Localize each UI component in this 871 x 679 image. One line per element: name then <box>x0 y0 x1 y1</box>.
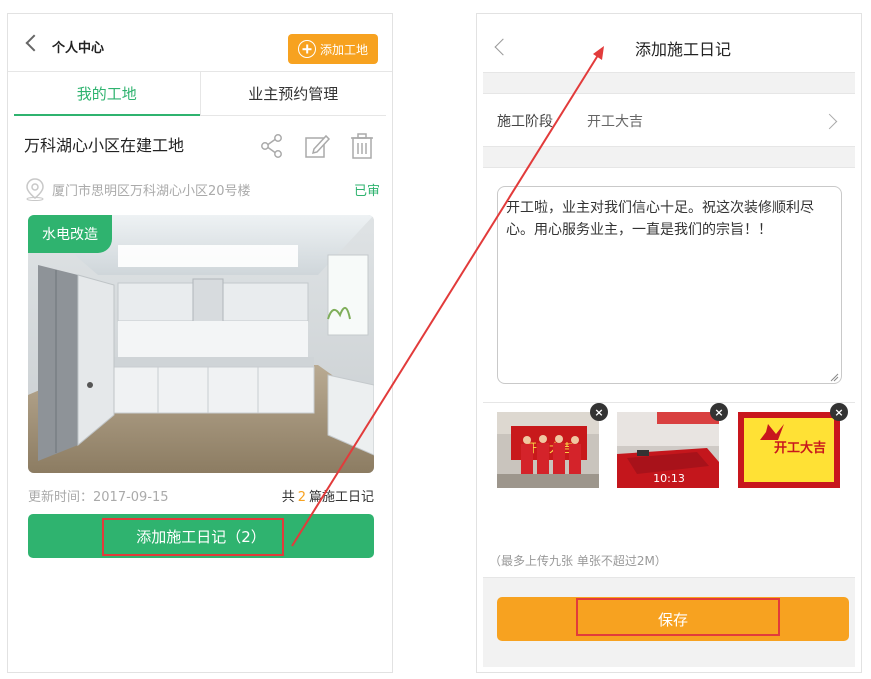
updated-time: 更新时间：2017-09-15 <box>28 489 169 505</box>
add-log-button[interactable]: 添加施工日记（2） <box>28 514 374 558</box>
stage-badge: 水电改造 <box>28 215 112 253</box>
location-pin-icon <box>26 178 44 201</box>
divider <box>483 402 855 403</box>
upload-limit-note: （最多上传九张 单张不超过2M） <box>489 554 667 568</box>
page-title: 添加施工日记 <box>634 40 731 59</box>
site-address: 厦门市思明区万科湖心小区20号楼 <box>52 183 251 199</box>
thumbnail-2[interactable]: 10:13 <box>617 412 719 488</box>
page-title: 个人中心 <box>52 41 105 56</box>
right-header: 添加施工日记 <box>477 14 861 72</box>
save-button[interactable]: 保存 <box>497 597 849 641</box>
stage-label: 施工阶段 <box>497 114 553 130</box>
resize-grip-icon[interactable] <box>829 372 839 382</box>
back-arrow-icon[interactable] <box>25 34 43 52</box>
chevron-right-icon <box>821 113 838 130</box>
status-badge: 已审 <box>353 183 380 199</box>
stage-value: 开工大吉 <box>587 114 643 130</box>
right-screen: 添加施工日记 施工阶段 开工大吉 开工啦，业主对我们信心十足。祝这次装修顺利尽心… <box>476 13 862 673</box>
address-row: 厦门市思明区万科湖心小区20号楼 已审 <box>24 176 380 202</box>
banner-text: 开工大吉 <box>774 440 826 456</box>
thumbnail-3[interactable]: 开工大吉 <box>738 412 840 488</box>
site-photo[interactable]: 水电改造 <box>28 215 374 473</box>
edit-icon[interactable] <box>303 132 331 160</box>
separator-band <box>483 146 855 168</box>
count-number: 2 <box>297 489 306 505</box>
remove-thumbnail-1-icon[interactable]: × <box>590 403 608 421</box>
thumbnail-1-image: 开工大吉 <box>497 412 599 488</box>
log-count: 共 2 篇施工日记 <box>282 486 374 505</box>
delete-icon[interactable] <box>348 132 376 160</box>
tab-bar: 我的工地 业主预约管理 <box>14 72 386 116</box>
timestamp-text: 10:13 <box>653 472 685 485</box>
tab-my-sites[interactable]: 我的工地 <box>14 72 200 116</box>
plus-circle-icon <box>297 40 316 58</box>
remove-thumbnail-3-icon[interactable]: × <box>830 403 848 421</box>
site-name: 万科湖心小区在建工地 <box>24 136 185 155</box>
left-screen: 个人中心 添加工地 我的工地 业主预约管理 万科湖心小区在建工地 厦门市思明区万… <box>7 13 393 673</box>
thumbnail-1[interactable]: 开工大吉 <box>497 412 599 488</box>
remove-thumbnail-2-icon[interactable]: × <box>710 403 728 421</box>
share-icon[interactable] <box>258 132 286 160</box>
thumbnail-2-image: 10:13 <box>617 412 719 488</box>
count-suffix: 篇施工日记 <box>308 489 374 505</box>
add-site-button[interactable]: 添加工地 <box>288 34 378 64</box>
meta-row: 更新时间：2017-09-15 共 2 篇施工日记 <box>28 484 374 506</box>
thumbnail-3-image: 开工大吉 <box>738 412 840 488</box>
count-prefix: 共 <box>281 489 295 505</box>
kitchen-image <box>28 215 374 473</box>
left-header: 个人中心 添加工地 <box>8 14 392 72</box>
log-textarea[interactable]: 开工啦，业主对我们信心十足。祝这次装修顺利尽心。用心服务业主，一直是我们的宗旨！… <box>497 186 842 384</box>
separator-band <box>483 72 855 94</box>
add-site-label: 添加工地 <box>319 42 368 57</box>
tab-owner-appointments[interactable]: 业主预约管理 <box>199 72 387 115</box>
stage-row[interactable]: 施工阶段 开工大吉 <box>483 96 855 146</box>
